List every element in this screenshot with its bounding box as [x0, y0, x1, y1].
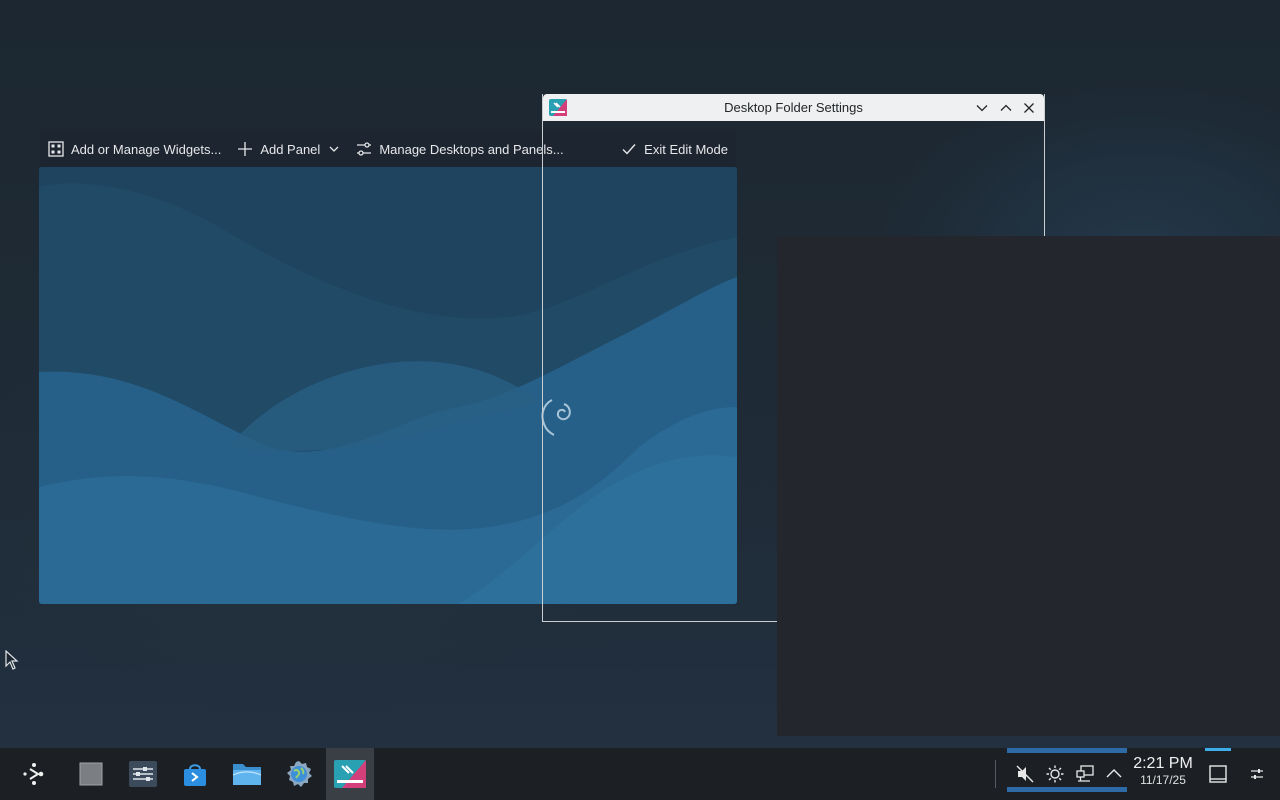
minimize-button[interactable] — [973, 99, 991, 117]
panel-separator — [995, 760, 996, 788]
manage-desktops-button[interactable]: Manage Desktops and Panels... — [348, 131, 571, 167]
manage-desktops-label: Manage Desktops and Panels... — [379, 141, 564, 157]
chevron-down-icon — [976, 105, 988, 112]
maximize-button[interactable] — [997, 99, 1015, 117]
network-tray-button[interactable] — [1072, 748, 1098, 800]
tray-highlight-top — [1007, 748, 1127, 753]
discover-icon — [184, 764, 206, 786]
add-panel-button[interactable]: Add Panel — [229, 131, 348, 167]
web-browser-icon — [287, 761, 312, 787]
dolphin-file-manager-icon — [232, 764, 262, 785]
window-titlebar[interactable]: Desktop Folder Settings — [543, 94, 1044, 121]
plasma-settings-icon — [334, 760, 366, 788]
peek-desktop-accent — [1205, 748, 1231, 751]
tray-highlight-bottom — [1007, 787, 1127, 792]
add-widgets-label: Add or Manage Widgets... — [71, 141, 222, 157]
clock-date: 11/17/25 — [1140, 773, 1186, 787]
add-widgets-button[interactable]: Add or Manage Widgets... — [40, 131, 229, 167]
volume-muted-icon — [1016, 765, 1034, 783]
app-launcher-icon — [23, 763, 44, 785]
network-wired-icon — [1076, 765, 1094, 782]
web-browser-button[interactable] — [275, 748, 323, 800]
plus-icon — [238, 142, 253, 156]
system-settings-icon — [129, 761, 157, 787]
show-desktop-icon — [1209, 765, 1227, 783]
system-settings-taskbar-button[interactable] — [119, 748, 167, 800]
discover-button[interactable] — [171, 748, 219, 800]
configure-sliders-icon — [1251, 769, 1263, 779]
brightness-tray-button[interactable] — [1042, 748, 1068, 800]
brightness-icon — [1046, 765, 1064, 783]
window-title: Desktop Folder Settings — [724, 100, 863, 115]
chevron-up-icon — [1106, 769, 1122, 778]
file-manager-button[interactable] — [223, 748, 271, 800]
plasma-settings-taskbar-button[interactable] — [326, 748, 374, 800]
mouse-pointer-icon — [5, 650, 19, 670]
application-launcher-button[interactable] — [10, 748, 58, 800]
widgets-grid-icon — [48, 141, 64, 157]
digital-clock[interactable]: 2:21 PM 11/17/25 — [1132, 755, 1194, 787]
show-hidden-icons-button[interactable] — [1101, 748, 1127, 800]
close-icon — [1024, 103, 1034, 113]
taskbar-panel: 2:21 PM 11/17/25 — [0, 748, 1280, 800]
add-panel-label: Add Panel — [260, 141, 321, 157]
close-button[interactable] — [1020, 99, 1038, 117]
volume-tray-button[interactable] — [1012, 748, 1038, 800]
chevron-up-icon — [1000, 104, 1012, 111]
configure-sliders-icon — [357, 142, 372, 156]
chevron-down-icon — [329, 146, 339, 152]
panel-configure-button[interactable] — [1244, 748, 1270, 800]
clock-time: 2:21 PM — [1133, 755, 1193, 772]
pager-button[interactable] — [67, 748, 115, 800]
peek-at-desktop-button[interactable] — [1205, 748, 1231, 800]
pager-icon — [79, 762, 103, 786]
unrendered-window-area — [777, 236, 1280, 736]
